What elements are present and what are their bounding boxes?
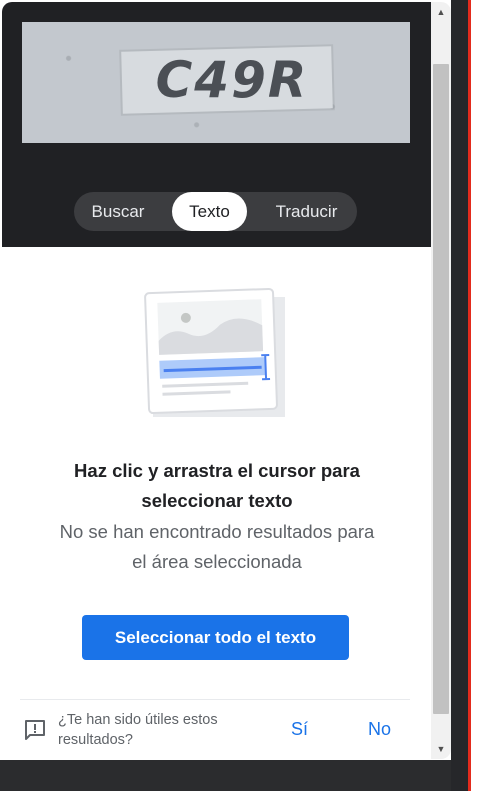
feedback-no-button[interactable]: No (368, 719, 391, 740)
headline-line-1: Haz clic y arrastra el cursor para (74, 460, 360, 481)
text-selection-illustration (144, 287, 285, 417)
panel-header: C49R Buscar Texto Traducir (2, 2, 431, 247)
empty-state-headline: Haz clic y arrastra el cursor para selec… (12, 456, 422, 516)
illustration-front-card (144, 287, 278, 415)
plate-text: C49R (155, 51, 309, 109)
bottom-strip (0, 760, 468, 791)
scroll-up-arrow-icon[interactable]: ▲ (431, 2, 451, 22)
tab-traducir[interactable]: Traducir (260, 192, 353, 231)
red-edge-stripe (468, 0, 471, 791)
feedback-question-line-1: ¿Te han sido útiles estos (58, 712, 218, 728)
right-edge-bar (451, 0, 468, 791)
lens-side-panel: C49R Buscar Texto Traducir Haz clic y ar… (2, 2, 451, 759)
selected-image-preview[interactable]: C49R (22, 22, 410, 143)
empty-state-subtext: No se han encontrado resultados para el … (12, 517, 422, 577)
select-all-text-button[interactable]: Seleccionar todo el texto (82, 615, 349, 660)
vertical-scrollbar[interactable]: ▲ ▼ (431, 2, 451, 759)
feedback-question: ¿Te han sido útiles estos resultados? (58, 710, 258, 750)
feedback-question-line-2: resultados? (58, 732, 133, 748)
feedback-divider (20, 699, 410, 700)
scroll-thumb[interactable] (433, 64, 449, 714)
tab-texto[interactable]: Texto (172, 192, 247, 231)
mode-tabs: Buscar Texto Traducir (74, 192, 357, 231)
subtext-line-2: el área seleccionada (132, 551, 302, 572)
tab-buscar[interactable]: Buscar (74, 192, 162, 231)
feedback-icon (25, 720, 45, 740)
scroll-down-arrow-icon[interactable]: ▼ (431, 739, 451, 759)
feedback-yes-button[interactable]: Sí (291, 719, 308, 740)
headline-line-2: seleccionar texto (141, 490, 293, 511)
subtext-line-1: No se han encontrado resultados para (59, 521, 375, 542)
